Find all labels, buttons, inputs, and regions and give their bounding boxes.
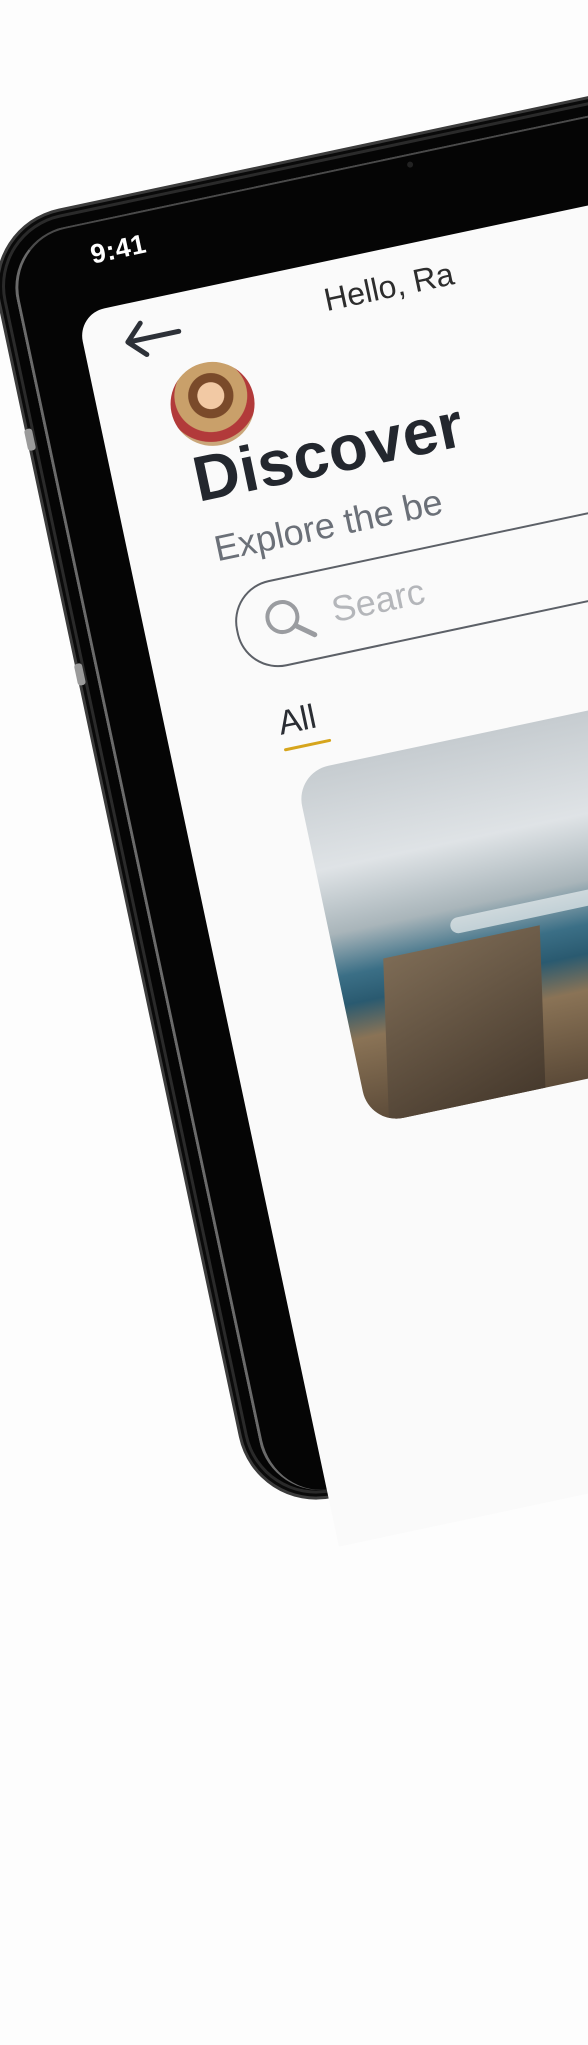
- phone-device: 9:41 Hello, Ra Discover Explore the be S…: [0, 44, 588, 1547]
- arrow-left-icon: [125, 320, 182, 357]
- back-button[interactable]: [116, 311, 187, 363]
- greeting-text: Hello, Ra: [320, 255, 457, 318]
- wave-foam: [448, 877, 588, 935]
- tab-all-label: All: [274, 697, 320, 743]
- destination-card-image[interactable]: [295, 656, 588, 1125]
- stage: 9:41 Hello, Ra Discover Explore the be S…: [0, 0, 588, 2045]
- tab-all[interactable]: All: [274, 697, 332, 752]
- search-placeholder: Searc: [327, 570, 429, 631]
- coast-cliff: [383, 925, 547, 1125]
- search-icon: [265, 600, 318, 638]
